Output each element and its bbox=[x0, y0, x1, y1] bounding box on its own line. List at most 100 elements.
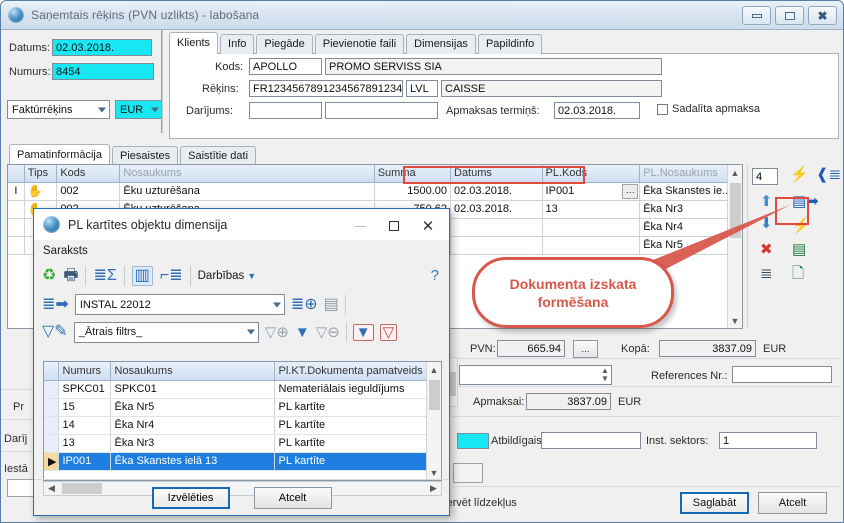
actions-menu-button[interactable]: Darbības ▼ bbox=[198, 270, 257, 282]
insert-row-blue-icon[interactable]: ❰≣ bbox=[816, 167, 841, 182]
datums-input[interactable]: 02.03.2018. bbox=[52, 39, 152, 56]
scroll-up-icon[interactable]: ▲ bbox=[427, 362, 441, 377]
help-icon[interactable]: ? bbox=[431, 267, 439, 284]
darijums-secondary-input[interactable] bbox=[325, 102, 438, 119]
callout-line-2: formēšana bbox=[537, 293, 609, 310]
menu-saraksts[interactable]: Saraksts bbox=[43, 245, 88, 257]
row-pl-kods[interactable]: IP001 ··· bbox=[542, 182, 641, 201]
maximize-button[interactable] bbox=[775, 6, 804, 25]
filter-edit-icon[interactable]: ▽✎ bbox=[42, 324, 68, 340]
tab-pievienotie-faili[interactable]: Pievienotie faili bbox=[314, 34, 405, 54]
refresh-icon[interactable]: ♻ bbox=[42, 268, 56, 284]
apply-filter-icon[interactable]: ▼ bbox=[295, 325, 310, 340]
list-structure-icon[interactable]: ≣ bbox=[760, 266, 773, 281]
document-export-icon[interactable]: ▤➡ bbox=[792, 194, 819, 209]
dialog-cancel-button[interactable]: Atcelt bbox=[253, 486, 332, 509]
inst-sektors-input[interactable]: 1 bbox=[719, 432, 817, 449]
table-row[interactable]: 13 Ēka Nr3 PL kartīte bbox=[44, 434, 429, 453]
tab-saistitie-dati[interactable]: Saistītie dati bbox=[180, 146, 257, 166]
minimize-button[interactable] bbox=[742, 6, 771, 25]
apmaksas-termins-label: Apmaksas termiņš: bbox=[446, 105, 540, 117]
comment-spin-input[interactable] bbox=[459, 365, 612, 385]
atbildigais-input[interactable] bbox=[541, 432, 641, 449]
lightning-green-icon[interactable]: ⚡ bbox=[792, 218, 811, 233]
instal-select[interactable]: INSTAL 22012 bbox=[74, 294, 285, 315]
sum-list-icon[interactable]: ≣Σ bbox=[93, 268, 116, 284]
add-list-icon[interactable]: ≣⊕ bbox=[291, 296, 318, 313]
tab-dimensijas[interactable]: Dimensijas bbox=[406, 34, 476, 54]
table-row[interactable]: 15 Ēka Nr5 PL kartīte bbox=[44, 398, 429, 417]
scroll-down-icon[interactable]: ▼ bbox=[427, 465, 441, 480]
table-row[interactable]: I ✋ 002 Ēku uzturēšana 1500.00 02.03.201… bbox=[8, 182, 742, 201]
rekins-input[interactable]: FR1234567891234567891234 bbox=[249, 80, 403, 97]
tab-info[interactable]: Info bbox=[220, 34, 255, 54]
tab-piegade[interactable]: Piegāde bbox=[256, 34, 313, 54]
dialog-col-pamatveids[interactable]: Pl.KT.Dokumenta pamatveids bbox=[274, 362, 429, 381]
add-filter-icon[interactable]: ▽⊕ bbox=[265, 325, 289, 340]
copy-list-icon[interactable]: ▤ bbox=[324, 296, 339, 313]
numurs-input[interactable]: 8454 bbox=[52, 63, 154, 80]
dialog-window-controls: ✕ bbox=[343, 215, 445, 237]
spinner-arrows-icon[interactable]: ▲ ▼ bbox=[599, 366, 611, 384]
tab-pamatinformacija[interactable]: Pamatinformācija bbox=[9, 144, 110, 166]
arrow-down-blue-icon[interactable]: ⬇ bbox=[760, 216, 773, 231]
tab-klients[interactable]: Klients bbox=[169, 32, 219, 54]
print-icon[interactable]: 🖶 bbox=[63, 268, 78, 284]
scroll-thumb[interactable] bbox=[730, 183, 741, 238]
table-row[interactable]: SPKC01 SPKC01 Nemateriālais ieguldījums bbox=[44, 380, 429, 399]
lvl-field[interactable]: LVL bbox=[406, 80, 438, 97]
dialog-close-button[interactable]: ✕ bbox=[411, 215, 445, 237]
dialog-minimize-button[interactable] bbox=[343, 215, 377, 237]
user-filter-icon[interactable]: ▼ bbox=[352, 323, 374, 341]
dialog-vertical-scrollbar[interactable]: ▲ ▼ bbox=[426, 362, 441, 480]
remove-filter-icon[interactable]: ▽⊖ bbox=[316, 325, 340, 340]
table-row-selected[interactable]: ▶ IP001 Ēka Skanstes ielā 13 PL kartīte bbox=[44, 452, 429, 471]
add-document-green-icon[interactable]: 🗋 bbox=[792, 266, 804, 281]
col-nosaukums[interactable]: Nosaukums bbox=[119, 165, 375, 183]
tab-piesaistes[interactable]: Piesaistes bbox=[111, 146, 179, 166]
scroll-up-icon[interactable]: ▲ bbox=[728, 165, 742, 180]
cancel-button[interactable]: Atcelt bbox=[758, 492, 827, 514]
close-button[interactable]: ✖ bbox=[808, 6, 837, 25]
select-button[interactable]: Izvēlēties bbox=[151, 486, 230, 509]
excel-export-icon[interactable]: ▤ bbox=[792, 242, 806, 257]
tab-papildinfo[interactable]: Papildinfo bbox=[477, 34, 543, 54]
table-row[interactable]: 14 Ēka Nr4 PL kartīte bbox=[44, 416, 429, 435]
tree-icon[interactable]: ⌐≣ bbox=[160, 268, 183, 284]
scroll-down-icon[interactable]: ▼ bbox=[728, 313, 742, 328]
dialog-col-nosaukums[interactable]: Nosaukums bbox=[110, 362, 275, 381]
reference-input[interactable] bbox=[732, 366, 832, 383]
apmaksas-termins-input[interactable]: 02.03.2018. bbox=[554, 102, 640, 119]
dialog-results-grid[interactable]: Numurs Nosaukums Pl.KT.Dokumenta pamatve… bbox=[43, 361, 442, 481]
save-button[interactable]: Saglabāt bbox=[680, 492, 749, 514]
list-arrow-icon[interactable]: ≣➡ bbox=[42, 296, 69, 313]
columns-icon[interactable]: ▥ bbox=[131, 266, 153, 286]
col-kods[interactable]: Kods bbox=[56, 165, 121, 183]
col-datums[interactable]: Datums bbox=[450, 165, 543, 183]
col-tips[interactable]: Tips bbox=[24, 165, 58, 183]
lines-vertical-scrollbar[interactable]: ▲ ▼ bbox=[727, 165, 742, 328]
col-summa[interactable]: Summa bbox=[374, 165, 452, 183]
bottom-left-small-field[interactable] bbox=[453, 463, 483, 483]
ellipsis-button[interactable]: ··· bbox=[622, 183, 639, 199]
kods-input[interactable]: APOLLO bbox=[249, 58, 322, 75]
col-pl-kods[interactable]: PL.Kods bbox=[542, 165, 641, 183]
lightning-red-icon[interactable]: ⚡ bbox=[790, 167, 809, 182]
dialog-maximize-button[interactable] bbox=[377, 215, 411, 237]
delete-red-x-icon[interactable]: ✖ bbox=[760, 242, 773, 257]
arrow-up-blue-icon[interactable]: ⬆ bbox=[760, 194, 773, 209]
sadalita-apmaksa-checkbox[interactable]: Sadalīta apmaksa bbox=[657, 103, 760, 115]
darijums-input[interactable] bbox=[249, 102, 322, 119]
quick-filter-value: _Ātrais filtrs_ bbox=[78, 326, 143, 338]
clear-filter-icon[interactable]: ▽ bbox=[379, 323, 398, 341]
dialog-col-numurs[interactable]: Numurs bbox=[58, 362, 111, 381]
pvn-details-button[interactable]: ... bbox=[573, 340, 598, 358]
highlighted-field-chip[interactable] bbox=[457, 433, 489, 449]
line-count-input[interactable]: 4 bbox=[752, 168, 778, 185]
currency-select[interactable]: EUR bbox=[115, 100, 163, 119]
quick-filter-select[interactable]: _Ātrais filtrs_ bbox=[73, 321, 259, 343]
document-type-select[interactable]: Faktūrrēķins bbox=[7, 100, 110, 119]
scroll-thumb[interactable] bbox=[429, 380, 440, 410]
behind-label-iesta: Iestā bbox=[4, 463, 28, 475]
left-small-input[interactable] bbox=[7, 479, 35, 497]
